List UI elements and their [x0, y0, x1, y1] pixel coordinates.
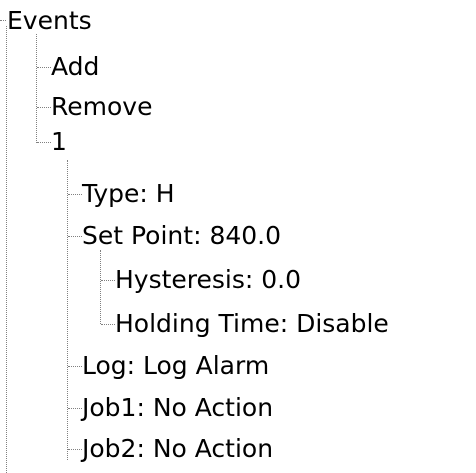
tree-node-add[interactable]: Add [51, 48, 99, 86]
tree-node-label: Job1: No Action [82, 393, 274, 422]
tree-connector [6, 26, 7, 473]
tree-node-type[interactable]: Type: H [82, 175, 175, 213]
tree-connector [37, 107, 51, 108]
tree-node-remove[interactable]: Remove [51, 88, 152, 126]
tree-node-holding-time[interactable]: Holding Time: Disable [115, 305, 389, 343]
tree-connector [68, 236, 82, 237]
tree-node-job2[interactable]: Job2: No Action [82, 430, 273, 468]
tree-connector [68, 408, 82, 409]
tree-node-label: Log: Log Alarm [82, 351, 270, 380]
tree-node-label: Set Point: 840.0 [82, 221, 282, 250]
tree-node-label: Hysteresis: 0.0 [115, 265, 302, 294]
tree-node-label: 1 [51, 127, 67, 156]
tree-connector [67, 160, 68, 460]
tree-node-label: Remove [51, 92, 153, 121]
tree-connector [68, 194, 82, 195]
tree-node-label: Events [7, 6, 92, 35]
tree-node-events[interactable]: Events [7, 2, 92, 40]
tree-node-log[interactable]: Log: Log Alarm [82, 347, 269, 385]
tree-node-label: Type: H [82, 179, 175, 208]
tree-node-label: Add [51, 52, 100, 81]
tree-node-hysteresis[interactable]: Hysteresis: 0.0 [115, 261, 301, 299]
tree-connector [100, 250, 101, 324]
tree-node-event-1[interactable]: 1 [51, 123, 67, 161]
tree-connector [101, 324, 115, 325]
tree-connector [101, 280, 115, 281]
events-tree-view: Events Add Remove 1 Type: H Set Point: 8… [0, 0, 476, 473]
tree-connector [37, 142, 51, 143]
tree-node-job1[interactable]: Job1: No Action [82, 389, 273, 427]
tree-connector [37, 67, 51, 68]
tree-connector [68, 366, 82, 367]
tree-node-set-point[interactable]: Set Point: 840.0 [82, 217, 281, 255]
tree-connector [0, 20, 6, 21]
tree-connector [36, 34, 37, 143]
tree-node-label: Holding Time: Disable [115, 309, 389, 338]
tree-node-label: Job2: No Action [82, 434, 274, 463]
tree-connector [68, 449, 82, 450]
